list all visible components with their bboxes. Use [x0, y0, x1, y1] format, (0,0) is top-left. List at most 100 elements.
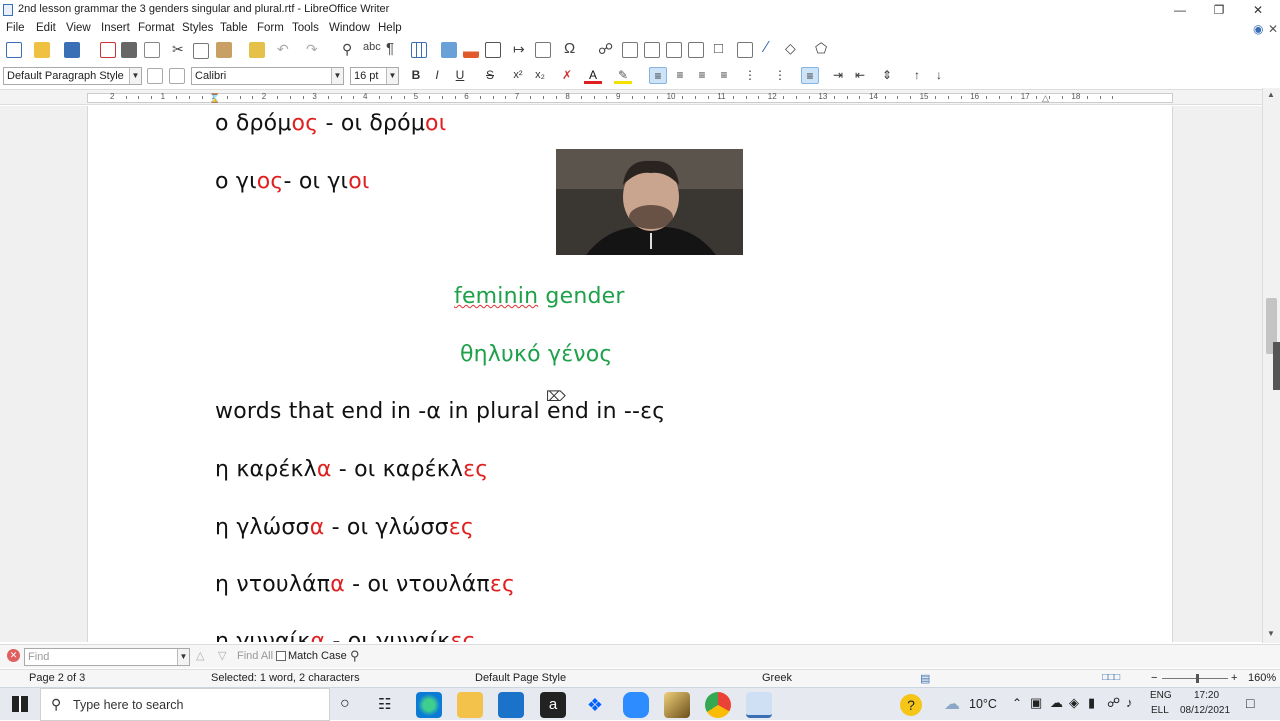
menu-tools[interactable]: Tools [292, 22, 319, 34]
document-area[interactable]: ο δρόμος - οι δρόμοι ο γιος- οι γιοι fem… [0, 106, 1262, 642]
export-pdf-icon[interactable] [100, 42, 116, 58]
line-spacing-icon[interactable]: ⇕ [878, 67, 896, 84]
underline-button[interactable]: U [451, 67, 469, 84]
redo-icon[interactable]: ↷ [306, 41, 318, 58]
find-replace-dialog-icon[interactable]: ⚲ [350, 648, 360, 664]
print-icon[interactable] [121, 42, 137, 58]
decrease-indent-icon[interactable]: ⇤ [851, 67, 869, 84]
example-line-ntoulapa[interactable]: η ντουλάπα - οι ντουλάπες [215, 572, 515, 597]
update-style-icon[interactable] [147, 68, 163, 84]
bold-button[interactable]: B [407, 67, 425, 84]
close-window-button[interactable]: ✕ [1238, 0, 1278, 20]
insert-table-icon[interactable] [411, 42, 427, 58]
align-center-button[interactable]: ≡ [671, 67, 689, 84]
battery-icon[interactable]: ▮ [1088, 695, 1095, 711]
zoom-level[interactable]: 160% [1248, 672, 1276, 684]
dropbox-icon[interactable]: ❖ [582, 692, 608, 718]
menu-edit[interactable]: Edit [36, 22, 56, 34]
network-icon[interactable]: ☍ [1107, 695, 1120, 711]
undo-icon[interactable]: ↶ [277, 41, 289, 58]
taskbar-search-box[interactable]: ⚲ Type here to search [40, 688, 330, 721]
clock-time[interactable]: 17:20 [1194, 690, 1219, 701]
mail-icon[interactable] [498, 692, 524, 718]
find-all-button[interactable]: Find All [237, 650, 273, 662]
justify-button[interactable]: ≡ [715, 67, 733, 84]
align-left-button[interactable]: ≡ [649, 67, 667, 84]
copy-icon[interactable] [193, 43, 209, 59]
strikethrough-button[interactable]: S [481, 67, 499, 84]
menu-form[interactable]: Form [257, 22, 284, 34]
selection-mode-icon[interactable]: ▤ [920, 672, 930, 685]
show-hidden-icons-icon[interactable]: ⌃ [1012, 696, 1022, 710]
document-page[interactable]: ο δρόμος - οι δρόμοι ο γιος- οι γιοι fem… [87, 106, 1173, 642]
menu-table[interactable]: Table [220, 22, 248, 34]
app-icon[interactable] [664, 692, 690, 718]
close-find-icon[interactable]: ✕ [7, 649, 20, 662]
input-language-line2[interactable]: ELL [1151, 705, 1169, 716]
open-folder-icon[interactable] [34, 42, 50, 58]
sidebar-toggle-handle[interactable] [1273, 342, 1280, 390]
clone-formatting-icon[interactable] [249, 42, 265, 58]
bookmark-icon[interactable] [666, 42, 682, 58]
edge-icon[interactable] [416, 692, 442, 718]
spellcheck-icon[interactable]: abc [363, 41, 381, 53]
menu-file[interactable]: File [6, 22, 25, 34]
example-line-glossa[interactable]: η γλώσσα - οι γλώσσες [215, 515, 474, 540]
find-replace-icon[interactable]: ⚲ [342, 41, 352, 58]
page-break-icon[interactable]: ↦ [513, 41, 525, 58]
libreoffice-writer-taskbar-icon[interactable] [746, 692, 772, 718]
clear-formatting-icon[interactable]: ✗ [558, 67, 576, 84]
view-layout-icon[interactable]: □□□ [1102, 672, 1120, 683]
left-indent-marker-icon[interactable]: ⌛ [209, 93, 220, 104]
minimize-button[interactable]: — [1160, 0, 1200, 20]
word-count[interactable]: Selected: 1 word, 2 characters [211, 672, 360, 684]
page-indicator[interactable]: Page 2 of 3 [29, 672, 85, 684]
chevron-down-icon[interactable]: ▼ [386, 68, 398, 84]
superscript-icon[interactable]: x² [509, 67, 527, 84]
match-case-checkbox[interactable] [276, 651, 286, 661]
volume-icon[interactable]: ♪ [1126, 695, 1133, 710]
zoom-slider[interactable] [1162, 678, 1228, 679]
subscript-icon[interactable]: x₂ [531, 67, 549, 84]
chevron-down-icon[interactable]: ▼ [129, 68, 141, 84]
notifications-icon[interactable]: □ [1246, 695, 1254, 711]
horizontal-ruler[interactable]: 2 1 1 2 3 4 5 6 7 8 9 10 11 12 13 14 15 16 17 18 ⌛ △ [0, 89, 1280, 105]
language-indicator[interactable]: Greek [762, 672, 792, 684]
zoom-in-icon[interactable]: + [1231, 672, 1237, 684]
chrome-icon[interactable] [705, 692, 731, 718]
increase-indent-icon[interactable]: ⇥ [829, 67, 847, 84]
heading-greek-gender[interactable]: θηλυκό γένος [460, 342, 613, 367]
tray-app-icon[interactable]: ☁ [1050, 695, 1063, 711]
find-previous-icon[interactable]: △ [196, 649, 204, 662]
windows-start-icon[interactable] [12, 696, 28, 712]
menu-format[interactable]: Format [138, 22, 174, 34]
chevron-down-icon[interactable]: ▼ [331, 68, 343, 84]
zoom-out-icon[interactable]: − [1151, 672, 1157, 684]
find-next-icon[interactable]: ▽ [218, 649, 226, 662]
draw-functions-icon[interactable]: ⬠ [815, 40, 827, 57]
new-document-icon[interactable] [6, 42, 22, 58]
new-style-icon[interactable] [169, 68, 185, 84]
shapes-icon[interactable]: ◇ [785, 40, 796, 57]
help-icon[interactable]: ? [900, 694, 922, 716]
font-size-select[interactable]: 16 pt ▼ [350, 67, 399, 85]
tray-app-icon[interactable]: ▣ [1030, 695, 1042, 711]
zoom-app-icon[interactable] [623, 692, 649, 718]
font-color-icon[interactable]: A [584, 67, 602, 84]
font-name-select[interactable]: Calibri ▼ [191, 67, 344, 85]
save-icon[interactable] [64, 42, 80, 58]
formatting-marks-icon[interactable]: ¶ [386, 40, 394, 57]
zoom-slider-thumb[interactable] [1196, 674, 1199, 683]
clock-date[interactable]: 08/12/2021 [1180, 705, 1230, 716]
weather-cloud-icon[interactable]: ☁ [944, 694, 960, 714]
insert-field-icon[interactable] [535, 42, 551, 58]
example-line-gynaika[interactable]: η γυναίκα - οι γυναίκες [215, 629, 476, 642]
cross-reference-icon[interactable] [688, 42, 704, 58]
insert-image-icon[interactable] [441, 42, 457, 58]
print-preview-icon[interactable] [144, 42, 160, 58]
endnote-icon[interactable] [644, 42, 660, 58]
increase-paragraph-spacing-icon[interactable]: ↑ [908, 67, 926, 84]
rule-line[interactable]: words that end in -α in plural end in --… [215, 399, 665, 424]
restore-button[interactable]: ❐ [1199, 0, 1239, 20]
menu-window[interactable]: Window [329, 22, 370, 34]
